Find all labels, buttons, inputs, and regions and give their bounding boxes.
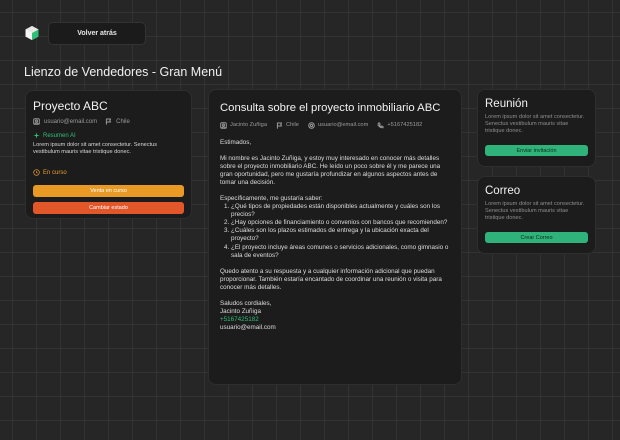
sender-country: Chile: [286, 122, 299, 128]
mail-description: Lorem ipsum dolor sit amet consectetur. …: [485, 201, 585, 221]
list-item: ¿Cuáles son los plazos estimados de entr…: [231, 227, 450, 243]
email-closing: Quedo atento a su respuesta y a cualquie…: [220, 267, 442, 291]
page-title: Lienzo de Vendedores - Gran Menú: [24, 65, 223, 79]
project-meta: usuario@email.com Chile: [33, 118, 184, 125]
email-signoff: Saludos cordiales,: [220, 300, 272, 307]
mail-title: Correo: [485, 185, 521, 197]
signature-phone[interactable]: +5167425182: [220, 316, 450, 324]
list-item: ¿Qué tipos de propiedades están disponib…: [231, 203, 450, 219]
email-greeting: Estimados,: [220, 138, 252, 146]
list-item: ¿El proyecto incluye áreas comunes o ser…: [231, 244, 450, 260]
ai-summary-text: Lorem ipsum dolor sit amet consectetur. …: [33, 142, 158, 155]
back-button[interactable]: Volver atrás: [48, 22, 146, 45]
meeting-description: Lorem ipsum dolor sit amet consectetur. …: [485, 114, 585, 134]
email-questions-list: ¿Qué tipos de propiedades están disponib…: [220, 203, 450, 260]
sender-email: usuario@email.com: [317, 122, 369, 128]
meeting-card: Reunión Lorem ipsum dolor sit amet conse…: [477, 89, 596, 167]
mail-card: Correo Lorem ipsum dolor sit amet consec…: [477, 176, 596, 254]
sparkle-icon: [33, 132, 40, 139]
email-meta: Jacinto Zuñiga Chile usuario@email.com +…: [220, 121, 450, 129]
email-body: Estimados, Mi nombre es Jacinto Zuñiga, …: [220, 139, 450, 333]
sender-name: Jacinto Zuñiga: [230, 122, 267, 128]
project-title: Proyecto ABC: [33, 99, 108, 113]
clock-icon: [33, 169, 40, 176]
phone-icon: [377, 122, 384, 128]
send-invitation-button[interactable]: Enviar invitación: [485, 145, 588, 157]
flag-icon: [106, 118, 112, 125]
project-country: Chile: [116, 118, 130, 125]
meeting-title: Reunión: [485, 98, 528, 110]
user-icon: [220, 121, 227, 129]
status-indicator: En curso: [33, 169, 184, 176]
email-card: Consulta sobre el proyecto inmobiliario …: [208, 89, 462, 385]
cube-logo-icon: [25, 26, 39, 40]
user-icon: [33, 118, 40, 125]
email-intro: Mi nombre es Jacinto Zuñiga, y estoy muy…: [220, 154, 441, 186]
flag-icon: [276, 122, 283, 129]
list-item: ¿Hay opciones de financiamiento o conven…: [231, 219, 450, 227]
email-questions-intro: Específicamente, me gustaría saber:: [220, 194, 323, 202]
ai-summary-label: Resumen AI: [43, 132, 76, 139]
ai-summary-header: Resumen AI: [33, 132, 184, 139]
signature-name: Jacinto Zuñiga: [220, 308, 261, 316]
status-label: En curso: [43, 169, 67, 176]
signature-email[interactable]: usuario@email.com: [220, 324, 450, 332]
at-icon: [308, 121, 315, 129]
create-mail-button[interactable]: Crear Correo: [485, 232, 588, 244]
sender-phone: +5167425182: [387, 122, 423, 128]
sale-in-progress-button[interactable]: Venta en curso: [33, 185, 184, 197]
change-status-button[interactable]: Cambiar estado: [33, 202, 184, 214]
email-subject: Consulta sobre el proyecto inmobiliario …: [220, 102, 441, 114]
project-email: usuario@email.com: [44, 118, 98, 125]
project-card: Proyecto ABC usuario@email.com Chile Res…: [25, 90, 192, 219]
